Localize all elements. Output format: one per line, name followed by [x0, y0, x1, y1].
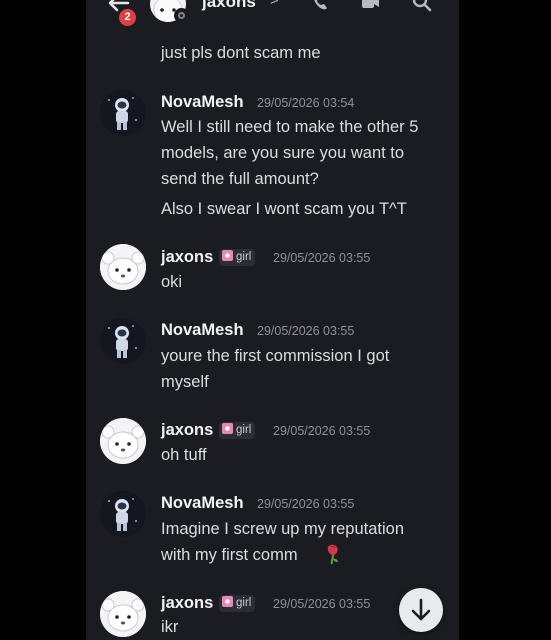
message-text: just pls dont scam me — [161, 44, 321, 62]
message-author[interactable]: NovaMesh — [161, 93, 244, 112]
message-author[interactable]: NovaMesh — [161, 321, 244, 340]
message-text: send the full amount? — [161, 170, 319, 188]
video-icon[interactable] — [360, 0, 380, 12]
bear-icon — [100, 244, 146, 290]
chat-header: 2 jaxons > — [86, 0, 459, 28]
pink-flower-icon — [222, 250, 233, 261]
bear-avatar[interactable] — [100, 418, 146, 464]
role-tag-label: girl — [236, 597, 252, 609]
bear-avatar[interactable] — [100, 244, 146, 290]
astronaut-avatar[interactable] — [100, 90, 146, 136]
message-timestamp: 29/05/2026 03:55 — [273, 251, 371, 265]
unread-badge: 2 — [117, 7, 138, 28]
message-timestamp: 29/05/2026 03:54 — [257, 96, 355, 110]
role-tag: girl — [219, 249, 256, 266]
astronaut-icon — [100, 318, 146, 364]
message-text: myself — [161, 373, 209, 391]
call-icon[interactable] — [310, 0, 330, 12]
message-timestamp: 29/05/2026 03:55 — [257, 324, 355, 338]
message-timestamp: 29/05/2026 03:55 — [273, 424, 371, 438]
chat-screen: 2 jaxons > just pls dont scam me NovaMes… — [86, 0, 459, 640]
arrow-down-icon — [411, 598, 431, 621]
bear-icon — [100, 591, 146, 637]
scroll-to-bottom-button[interactable] — [399, 588, 443, 632]
bear-icon — [100, 418, 146, 464]
message-timestamp: 29/05/2026 03:55 — [273, 597, 371, 611]
message-text: ikr — [161, 618, 179, 636]
wilted-rose-emoji — [327, 544, 338, 565]
astronaut-avatar[interactable] — [100, 491, 146, 537]
status-offline-icon — [174, 8, 189, 23]
message-author[interactable]: jaxons — [161, 248, 213, 267]
message-author[interactable]: jaxons — [161, 594, 213, 613]
bear-avatar[interactable] — [100, 591, 146, 637]
message-text: Also I swear I wont scam you T^T — [161, 200, 407, 218]
search-icon[interactable] — [412, 0, 432, 12]
role-tag: girl — [219, 422, 256, 439]
message-text: models, are you sure you want to — [161, 144, 405, 162]
role-tag: girl — [219, 595, 256, 612]
astronaut-avatar[interactable] — [100, 318, 146, 364]
message-text: youre the first commission I got — [161, 347, 390, 365]
chat-title[interactable]: jaxons — [202, 0, 256, 12]
pink-flower-icon — [222, 596, 233, 607]
chevron-right-icon[interactable]: > — [270, 0, 279, 9]
astronaut-icon — [100, 90, 146, 136]
message-timestamp: 29/05/2026 03:55 — [257, 497, 355, 511]
astronaut-icon — [100, 491, 146, 537]
message-author[interactable]: jaxons — [161, 421, 213, 440]
message-author[interactable]: NovaMesh — [161, 494, 244, 513]
message-text: with my first comm — [161, 546, 298, 564]
role-tag-label: girl — [236, 251, 252, 263]
role-tag-label: girl — [236, 424, 252, 436]
message-text: Imagine I screw up my reputation — [161, 520, 405, 538]
message-text: Well I still need to make the other 5 — [161, 118, 419, 136]
pink-flower-icon — [222, 423, 233, 434]
message-text: oh tuff — [161, 446, 207, 464]
message-text: oki — [161, 273, 183, 291]
